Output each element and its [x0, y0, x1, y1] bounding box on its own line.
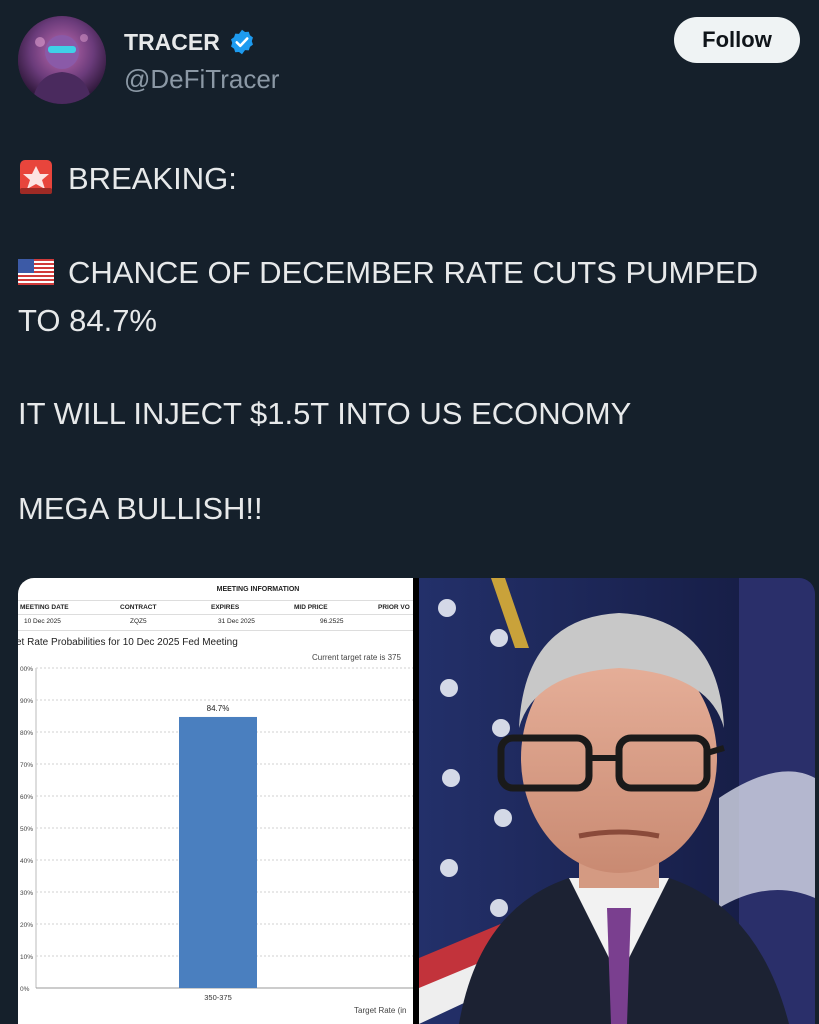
- y-tick-label: 50%: [20, 826, 33, 833]
- chart-x-axis-label: Target Rate (in: [354, 1006, 407, 1015]
- us-flag-icon: [18, 259, 54, 285]
- tweet-line-chance: CHANCE OF DECEMBER RATE CUTS PUMPED: [18, 250, 758, 297]
- y-tick-label: 60%: [20, 794, 33, 801]
- y-tick-label: 80%: [20, 730, 33, 737]
- siren-icon: [20, 160, 52, 194]
- tweet-text-bullish: MEGA BULLISH!!: [18, 491, 263, 526]
- media-chart-image[interactable]: MEETING INFORMATION MEETING DATE CONTRAC…: [18, 578, 413, 1024]
- bar-data-label: 84.7%: [207, 704, 230, 713]
- bar: [179, 716, 257, 988]
- tweet-text-chance: CHANCE OF DECEMBER RATE CUTS PUMPED: [68, 255, 759, 290]
- y-tick-label: 40%: [20, 858, 33, 865]
- y-tick-label: 20%: [20, 922, 33, 929]
- bar-chart: 0% 10% 20% 30% 40% 50% 60% 70% 80% 90% 00% 84.7% 350…: [20, 666, 413, 1002]
- avatar[interactable]: [18, 16, 106, 104]
- tweet-text-inject: IT WILL INJECT $1.5T INTO US ECONOMY: [18, 396, 632, 431]
- y-tick-label: 0%: [20, 986, 30, 993]
- y-tick-label: 00%: [20, 666, 33, 673]
- tweet-line-breaking: BREAKING:: [18, 156, 237, 203]
- author-handle[interactable]: @DeFiTracer: [124, 64, 279, 95]
- x-tick-label: 350-375: [204, 993, 232, 1002]
- verified-badge-icon: [230, 29, 253, 55]
- tweet-media[interactable]: MEETING INFORMATION MEETING DATE CONTRAC…: [18, 578, 815, 1024]
- media-photo-portrait[interactable]: [419, 578, 815, 1024]
- author-name-row: TRACER: [124, 28, 256, 56]
- y-tick-label: 10%: [20, 954, 33, 961]
- y-tick-label: 90%: [20, 698, 33, 705]
- y-tick-label: 30%: [20, 890, 33, 897]
- portrait-photo-icon: [419, 578, 815, 1024]
- follow-button[interactable]: Follow: [674, 17, 800, 63]
- y-tick-label: 70%: [20, 762, 33, 769]
- avatar-portrait-icon: [18, 16, 106, 104]
- tweet-text-breaking: BREAKING:: [68, 161, 237, 196]
- tweet-text-percent: TO 84.7%: [18, 303, 158, 338]
- author-name[interactable]: TRACER: [124, 29, 220, 56]
